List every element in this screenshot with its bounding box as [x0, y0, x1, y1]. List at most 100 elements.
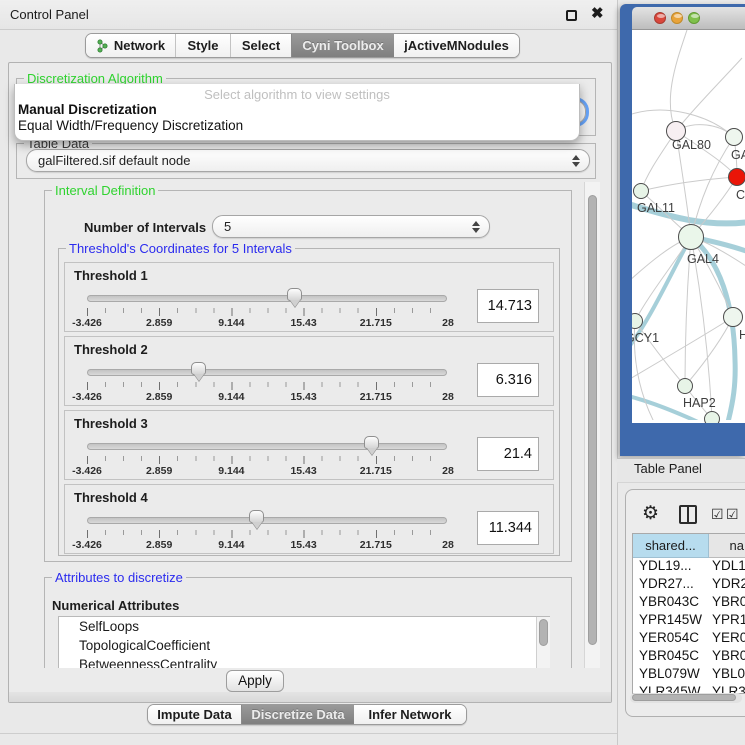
- attribute-list-scrollbar[interactable]: [536, 617, 550, 668]
- tick-label: 28: [442, 465, 454, 477]
- dropdown-item-manual[interactable]: Manual Discretization: [15, 102, 579, 118]
- float-window-icon[interactable]: [566, 10, 577, 21]
- tick-label: 9.144: [218, 539, 244, 551]
- tick-label: 15.43: [290, 317, 316, 329]
- dropdown-item-equal-width[interactable]: Equal Width/Frequency Discretization: [15, 118, 579, 134]
- tick-label: 21.715: [360, 317, 392, 329]
- tick-label: -3.426: [72, 317, 102, 329]
- combo-arrows-icon: [572, 155, 580, 167]
- network-node[interactable]: [704, 411, 720, 423]
- threshold-panel-2: Threshold 2 -3.4262.8599.14415.4321.7152…: [64, 336, 554, 406]
- network-node[interactable]: [725, 128, 743, 146]
- slider-ticks: [87, 308, 448, 316]
- threshold-value-field[interactable]: 6.316: [477, 363, 539, 397]
- slider-track[interactable]: [87, 443, 447, 450]
- table-row[interactable]: YDL19... YDL1: [633, 558, 745, 576]
- table-row[interactable]: YBL079W YBL0: [633, 666, 745, 684]
- network-icon: [96, 39, 109, 53]
- control-panel-titlebar: [0, 0, 617, 30]
- network-node[interactable]: [632, 313, 643, 329]
- table-data-combo[interactable]: galFiltered.sif default node: [26, 149, 590, 172]
- slider-track[interactable]: [87, 517, 447, 524]
- tick-label: 21.715: [360, 465, 392, 477]
- table-data-combo-value: galFiltered.sif default node: [38, 153, 190, 168]
- table-row[interactable]: YBR043C YBR0: [633, 594, 745, 612]
- close-icon[interactable]: ✖: [591, 4, 604, 22]
- tab-infer-network[interactable]: Infer Network: [354, 705, 466, 724]
- network-node[interactable]: [633, 183, 649, 199]
- network-nodes-layer: GAL80GACGAL11GAL4GCY1HHAP2: [632, 30, 745, 420]
- tab-jactivemnodules[interactable]: jActiveMNodules: [394, 34, 519, 57]
- bottom-divider: [0, 733, 617, 734]
- vertical-scrollbar[interactable]: [584, 182, 600, 668]
- network-node[interactable]: [678, 224, 704, 250]
- node-attribute-table[interactable]: shared... na YDL19... YDL1 YDR27... YDR2…: [632, 533, 745, 694]
- tab-impute-data[interactable]: Impute Data: [148, 705, 241, 724]
- column-header-shared-name[interactable]: shared...: [633, 534, 709, 558]
- network-canvas[interactable]: GAL80GACGAL11GAL4GCY1HHAP2: [632, 30, 745, 423]
- network-node-label: GAL4: [687, 252, 719, 266]
- network-node-label: H: [739, 328, 745, 342]
- scrollbar-thumb[interactable]: [539, 619, 548, 646]
- num-intervals-combo[interactable]: 5: [212, 215, 490, 238]
- network-node-label: C: [736, 188, 745, 202]
- table-row[interactable]: YBR045C YBR0: [633, 648, 745, 666]
- scrollbar-thumb[interactable]: [632, 694, 736, 701]
- attribute-list[interactable]: SelfLoopsTopologicalCoefficientBetweenne…: [58, 616, 550, 668]
- table-header-row: shared... na: [633, 534, 745, 558]
- gear-icon[interactable]: ⚙: [642, 502, 659, 525]
- threshold-value-field[interactable]: 21.4: [477, 437, 539, 471]
- slider-thumb[interactable]: [364, 436, 379, 449]
- tick-label: 15.43: [290, 539, 316, 551]
- horizontal-scrollbar[interactable]: [630, 693, 742, 703]
- network-node-label: GCY1: [632, 331, 659, 345]
- network-window: GAL80GACGAL11GAL4GCY1HHAP2: [620, 4, 745, 456]
- tick-label: 28: [442, 317, 454, 329]
- algorithm-dropdown-popup: Select algorithm to view settings Manual…: [14, 84, 580, 141]
- network-node[interactable]: [723, 307, 743, 327]
- column-header-name[interactable]: na: [709, 534, 745, 558]
- checkbox-icon[interactable]: ☑: [726, 506, 739, 523]
- columns-icon[interactable]: [679, 505, 697, 524]
- checkbox-icon[interactable]: ☑: [711, 506, 724, 523]
- tab-discretize-data[interactable]: Discretize Data: [241, 705, 354, 724]
- network-node-label: GAL11: [637, 201, 675, 215]
- tick-label: 2.859: [146, 391, 172, 403]
- tick-label: 9.144: [218, 391, 244, 403]
- apply-button[interactable]: Apply: [226, 670, 284, 692]
- threshold-value-field[interactable]: 14.713: [477, 289, 539, 323]
- network-node[interactable]: [677, 378, 693, 394]
- threshold-panel-4: Threshold 4 -3.4262.8599.14415.4321.7152…: [64, 484, 554, 554]
- table-row[interactable]: YPR145W YPR1: [633, 612, 745, 630]
- slider-ticks: [87, 530, 448, 538]
- tick-label: 15.43: [290, 391, 316, 403]
- tick-label: 2.859: [146, 465, 172, 477]
- zoom-traffic-light[interactable]: [688, 12, 700, 24]
- scrollbar-thumb[interactable]: [588, 195, 597, 645]
- slider-thumb[interactable]: [249, 510, 264, 523]
- combo-arrows-icon: [472, 221, 480, 233]
- tab-select[interactable]: Select: [230, 34, 291, 57]
- num-intervals-label: Number of Intervals: [84, 220, 206, 235]
- network-node-label: GA: [731, 148, 745, 162]
- slider-thumb[interactable]: [191, 362, 206, 375]
- tick-label: -3.426: [72, 391, 102, 403]
- slider-track[interactable]: [87, 295, 447, 302]
- tab-cyni-toolbox[interactable]: Cyni Toolbox: [291, 34, 394, 57]
- slider-track[interactable]: [87, 369, 447, 376]
- attribute-list-item[interactable]: TopologicalCoefficient: [59, 636, 549, 655]
- network-node[interactable]: [728, 168, 745, 186]
- tab-network[interactable]: Network: [86, 34, 175, 57]
- table-row[interactable]: YDR27... YDR2: [633, 576, 745, 594]
- slider-thumb[interactable]: [287, 288, 302, 301]
- attribute-list-item[interactable]: BetweennessCentrality: [59, 655, 549, 668]
- table-row[interactable]: YER054C YER0: [633, 630, 745, 648]
- tab-style[interactable]: Style: [175, 34, 230, 57]
- network-window-titlebar[interactable]: [632, 7, 745, 30]
- close-traffic-light[interactable]: [654, 12, 666, 24]
- threshold-value-field[interactable]: 11.344: [477, 511, 539, 545]
- tick-label: -3.426: [72, 539, 102, 551]
- attribute-list-item[interactable]: SelfLoops: [59, 617, 549, 636]
- minimize-traffic-light[interactable]: [671, 12, 683, 24]
- num-intervals-value: 5: [224, 219, 231, 234]
